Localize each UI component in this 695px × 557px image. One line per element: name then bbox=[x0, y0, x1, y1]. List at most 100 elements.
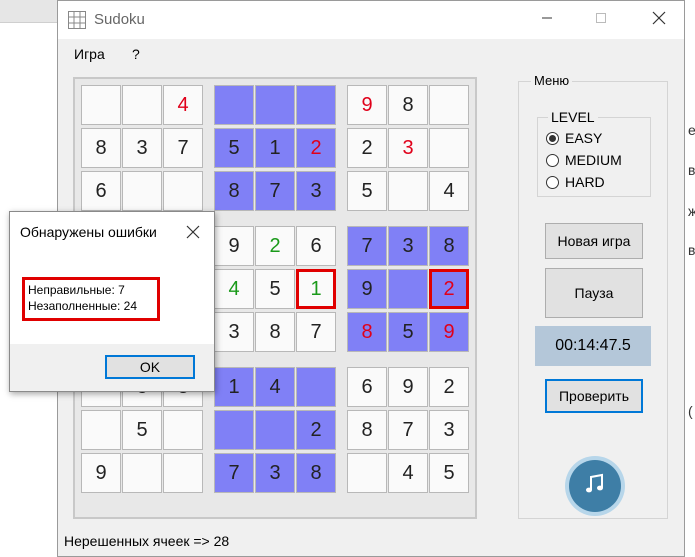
sudoku-cell[interactable]: 8 bbox=[214, 171, 254, 211]
sudoku-cell[interactable] bbox=[81, 410, 121, 450]
sudoku-cell[interactable]: 4 bbox=[388, 453, 428, 493]
check-button[interactable]: Проверить bbox=[545, 379, 643, 413]
sudoku-cell[interactable]: 9 bbox=[214, 226, 254, 266]
sudoku-cell[interactable]: 7 bbox=[255, 171, 295, 211]
sudoku-cell[interactable] bbox=[163, 171, 203, 211]
menu-groupbox: Меню LEVEL EASY MEDIUM HARD Новая игра П… bbox=[518, 73, 668, 519]
sudoku-cell[interactable]: 6 bbox=[347, 367, 387, 407]
sudoku-cell[interactable] bbox=[429, 128, 469, 168]
sudoku-cell[interactable]: 5 bbox=[122, 410, 162, 450]
errors-dialog: Обнаружены ошибки Неправильные: 7 Незапо… bbox=[9, 211, 215, 392]
sudoku-cell[interactable]: 5 bbox=[214, 128, 254, 168]
sudoku-cell[interactable]: 9 bbox=[347, 85, 387, 125]
background-text: ( bbox=[688, 403, 693, 419]
new-game-button[interactable]: Новая игра bbox=[545, 223, 643, 259]
sudoku-cell[interactable]: 3 bbox=[214, 312, 254, 352]
sudoku-cell[interactable]: 3 bbox=[388, 226, 428, 266]
sudoku-cell[interactable]: 8 bbox=[388, 85, 428, 125]
radio-hard-indicator bbox=[546, 175, 559, 189]
sudoku-cell[interactable]: 4 bbox=[429, 171, 469, 211]
sudoku-cell[interactable]: 7 bbox=[163, 128, 203, 168]
sudoku-cell[interactable]: 5 bbox=[255, 269, 295, 309]
sudoku-cell[interactable]: 5 bbox=[429, 453, 469, 493]
sudoku-cell[interactable]: 1 bbox=[214, 367, 254, 407]
ok-button[interactable]: OK bbox=[105, 355, 195, 379]
sudoku-cell[interactable]: 7 bbox=[388, 410, 428, 450]
sudoku-cell[interactable] bbox=[255, 85, 295, 125]
close-button[interactable] bbox=[636, 1, 682, 39]
error-summary: Неправильные: 7 Незаполненные: 24 bbox=[22, 277, 160, 321]
sudoku-cell[interactable]: 8 bbox=[347, 312, 387, 352]
menu-help[interactable]: ? bbox=[132, 46, 140, 62]
sudoku-cell[interactable] bbox=[214, 85, 254, 125]
radio-hard[interactable]: HARD bbox=[546, 174, 605, 190]
sudoku-cell[interactable]: 5 bbox=[347, 171, 387, 211]
sudoku-cell[interactable]: 9 bbox=[347, 269, 387, 309]
menu-game[interactable]: Игра bbox=[74, 46, 105, 62]
game-timer: 00:14:47.5 bbox=[535, 326, 651, 366]
sudoku-cell[interactable] bbox=[388, 269, 428, 309]
radio-medium[interactable]: MEDIUM bbox=[546, 152, 622, 168]
sudoku-cell[interactable]: 2 bbox=[255, 226, 295, 266]
music-button[interactable] bbox=[569, 460, 621, 512]
sudoku-cell[interactable]: 1 bbox=[255, 128, 295, 168]
sudoku-cell[interactable]: 8 bbox=[429, 226, 469, 266]
background-text: в bbox=[688, 242, 695, 258]
sudoku-cell[interactable]: 5 bbox=[388, 312, 428, 352]
sudoku-cell[interactable] bbox=[122, 171, 162, 211]
radio-medium-label: MEDIUM bbox=[565, 152, 622, 168]
sudoku-cell[interactable]: 4 bbox=[163, 85, 203, 125]
sudoku-cell[interactable] bbox=[122, 453, 162, 493]
sudoku-cell[interactable]: 2 bbox=[347, 128, 387, 168]
sudoku-cell[interactable] bbox=[429, 85, 469, 125]
sudoku-cell[interactable] bbox=[347, 453, 387, 493]
sudoku-cell[interactable]: 7 bbox=[347, 226, 387, 266]
sudoku-cell[interactable]: 2 bbox=[296, 128, 336, 168]
sudoku-cell[interactable]: 2 bbox=[429, 367, 469, 407]
sudoku-cell[interactable]: 3 bbox=[296, 171, 336, 211]
sudoku-cell[interactable]: 3 bbox=[255, 453, 295, 493]
minimize-icon bbox=[541, 11, 553, 29]
sudoku-cell[interactable]: 9 bbox=[388, 367, 428, 407]
background-text: в bbox=[688, 162, 695, 178]
minimize-button[interactable] bbox=[524, 1, 570, 39]
sudoku-cell[interactable]: 2 bbox=[296, 410, 336, 450]
sudoku-cell[interactable]: 4 bbox=[255, 367, 295, 407]
sudoku-cell[interactable]: 1 bbox=[296, 269, 336, 309]
sudoku-cell[interactable]: 8 bbox=[255, 312, 295, 352]
pause-button[interactable]: Пауза bbox=[545, 268, 643, 318]
sudoku-cell[interactable]: 6 bbox=[296, 226, 336, 266]
dialog-close-icon[interactable] bbox=[186, 225, 200, 244]
music-note-icon bbox=[582, 471, 608, 502]
sudoku-cell[interactable] bbox=[81, 85, 121, 125]
sudoku-cell[interactable] bbox=[163, 453, 203, 493]
maximize-button[interactable] bbox=[578, 1, 624, 39]
sudoku-cell[interactable]: 6 bbox=[81, 171, 121, 211]
sudoku-cell[interactable]: 3 bbox=[122, 128, 162, 168]
window-title: Sudoku bbox=[94, 11, 145, 28]
sudoku-cell[interactable] bbox=[255, 410, 295, 450]
radio-easy[interactable]: EASY bbox=[546, 130, 602, 146]
sudoku-cell[interactable]: 9 bbox=[429, 312, 469, 352]
sudoku-cell[interactable]: 3 bbox=[388, 128, 428, 168]
dialog-body: Неправильные: 7 Незаполненные: 24 bbox=[10, 252, 214, 344]
sudoku-cell[interactable] bbox=[122, 85, 162, 125]
sudoku-cell[interactable] bbox=[296, 85, 336, 125]
sudoku-cell[interactable]: 9 bbox=[81, 453, 121, 493]
sudoku-cell[interactable]: 8 bbox=[296, 453, 336, 493]
dialog-title: Обнаружены ошибки bbox=[20, 224, 157, 240]
sudoku-cell[interactable] bbox=[163, 410, 203, 450]
sudoku-cell[interactable]: 8 bbox=[347, 410, 387, 450]
level-groupbox-label: LEVEL bbox=[548, 109, 598, 125]
sudoku-cell[interactable]: 3 bbox=[429, 410, 469, 450]
sudoku-cell[interactable]: 7 bbox=[214, 453, 254, 493]
sudoku-cell[interactable] bbox=[296, 367, 336, 407]
sudoku-cell[interactable] bbox=[214, 410, 254, 450]
sudoku-cell[interactable]: 2 bbox=[429, 269, 469, 309]
sudoku-cell[interactable] bbox=[388, 171, 428, 211]
sudoku-cell[interactable]: 8 bbox=[81, 128, 121, 168]
status-bar-text: Нерешенных ячеек => 28 bbox=[64, 533, 230, 549]
sudoku-cell[interactable]: 7 bbox=[296, 312, 336, 352]
menu-groupbox-label: Меню bbox=[531, 73, 573, 88]
sudoku-cell[interactable]: 4 bbox=[214, 269, 254, 309]
